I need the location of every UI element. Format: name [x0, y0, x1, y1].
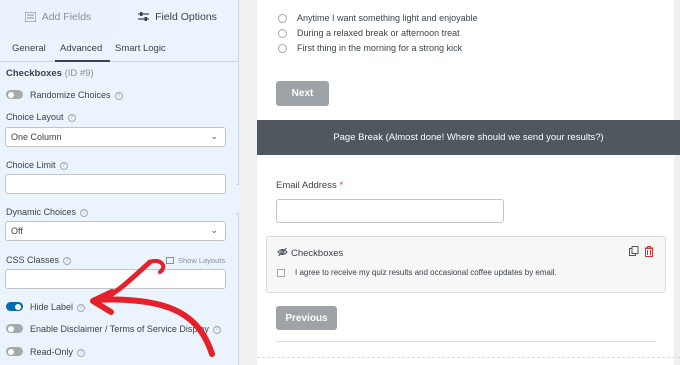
eye-slash-icon: [277, 247, 288, 257]
email-field[interactable]: [276, 199, 504, 223]
choice-limit-label-text: Choice Limit: [6, 160, 56, 170]
page-break-bar[interactable]: Page Break (Almost done! Where should we…: [257, 120, 680, 155]
read-only-label-text: Read-Only: [30, 347, 74, 357]
tab-add-fields[interactable]: Add Fields: [0, 0, 116, 34]
active-subtab-indicator: [55, 60, 110, 62]
hide-label-label: Hide Label?: [30, 302, 86, 312]
css-classes-input[interactable]: [5, 269, 226, 289]
subtab-smart-logic[interactable]: Smart Logic: [115, 43, 166, 54]
randomize-toggle[interactable]: [6, 90, 23, 99]
dynamic-choices-select[interactable]: Off ⌄: [5, 221, 226, 241]
hide-label-label-text: Hide Label: [30, 302, 74, 312]
chevron-down-icon: ⌄: [210, 225, 218, 235]
dynamic-choices-value: Off: [11, 226, 23, 236]
randomize-label: Randomize Choices?: [30, 90, 123, 100]
help-icon[interactable]: ?: [114, 91, 123, 100]
field-title: Checkboxes (ID #9): [6, 68, 94, 79]
show-layouts-link[interactable]: Show Layouts: [166, 256, 225, 265]
radio-option[interactable]: Anytime I want something light and enjoy…: [278, 13, 478, 23]
choice-layout-label: Choice Layout?: [6, 112, 76, 122]
chevron-down-icon: ⌄: [210, 131, 218, 141]
help-icon[interactable]: ?: [77, 303, 86, 312]
tab-field-options-label: Field Options: [155, 11, 217, 23]
help-icon[interactable]: ?: [77, 348, 86, 357]
hide-label-toggle[interactable]: [6, 302, 23, 311]
help-icon[interactable]: ?: [212, 325, 221, 334]
choice-layout-select[interactable]: One Column ⌄: [5, 127, 226, 147]
sliders-icon: [138, 12, 150, 21]
radio-circle: [278, 13, 287, 23]
dynamic-choices-label: Dynamic Choices?: [6, 207, 89, 217]
choice-layout-value: One Column: [11, 132, 62, 142]
divider: [276, 341, 656, 342]
radio-circle: [278, 43, 287, 53]
choice-layout-label-text: Choice Layout: [6, 112, 64, 122]
radio-option-label: During a relaxed break or afternoon trea…: [297, 28, 460, 38]
next-button[interactable]: Next: [276, 81, 329, 106]
duplicate-icon[interactable]: [629, 246, 639, 256]
checkbox-field-title: Checkboxes: [291, 248, 344, 259]
email-label-text: Email Address: [276, 180, 337, 191]
trash-icon[interactable]: [644, 246, 654, 257]
panel-tabs: Add Fields Field Options: [0, 0, 238, 34]
css-classes-label-text: CSS Classes: [6, 255, 60, 265]
help-icon[interactable]: ?: [80, 208, 89, 217]
choice-limit-label: Choice Limit?: [6, 160, 68, 170]
dynamic-choices-label-text: Dynamic Choices: [6, 207, 77, 217]
read-only-toggle[interactable]: [6, 347, 23, 356]
layout-grid-icon: [166, 257, 174, 264]
choice-limit-input[interactable]: [5, 174, 226, 194]
list-icon: [24, 12, 36, 22]
email-field-label: Email Address *: [276, 180, 343, 191]
field-options-panel: Add Fields Field Options General Advance…: [0, 0, 239, 365]
radio-circle: [278, 28, 287, 38]
disclaimer-label-text: Enable Disclaimer / Terms of Service Dis…: [30, 324, 209, 334]
checkbox-option-label: I agree to receive my quiz results and o…: [295, 268, 557, 277]
checkbox-option[interactable]: I agree to receive my quiz results and o…: [277, 268, 557, 277]
page-break-label: Page Break (Almost done! Where should we…: [333, 132, 604, 143]
radio-option-label: Anytime I want something light and enjoy…: [297, 13, 478, 23]
show-layouts-label: Show Layouts: [178, 256, 226, 265]
help-icon[interactable]: ?: [67, 113, 76, 122]
checkbox-square: [277, 268, 285, 277]
help-icon[interactable]: ?: [59, 161, 68, 170]
disclaimer-label: Enable Disclaimer / Terms of Service Dis…: [30, 324, 221, 334]
radio-option[interactable]: First thing in the morning for a strong …: [278, 43, 462, 53]
disclaimer-toggle[interactable]: [6, 324, 23, 333]
options-subtabs: General Advanced Smart Logic: [0, 34, 238, 62]
help-icon[interactable]: ?: [63, 256, 72, 265]
read-only-label: Read-Only?: [30, 347, 86, 357]
checkbox-field-card[interactable]: [266, 236, 666, 293]
css-classes-label: CSS Classes?: [6, 255, 72, 265]
tab-field-options[interactable]: Field Options: [116, 0, 238, 34]
field-id: (ID #9): [64, 68, 94, 79]
randomize-label-text: Randomize Choices: [30, 90, 111, 100]
radio-option[interactable]: During a relaxed break or afternoon trea…: [278, 28, 460, 38]
field-separator: [257, 357, 680, 358]
previous-button[interactable]: Previous: [276, 306, 337, 330]
subtab-general[interactable]: General: [12, 43, 46, 54]
radio-option-label: First thing in the morning for a strong …: [297, 43, 463, 53]
field-name: Checkboxes: [6, 68, 62, 79]
required-mark: *: [339, 180, 344, 191]
tab-add-fields-label: Add Fields: [41, 11, 92, 23]
subtab-advanced[interactable]: Advanced: [60, 43, 102, 54]
